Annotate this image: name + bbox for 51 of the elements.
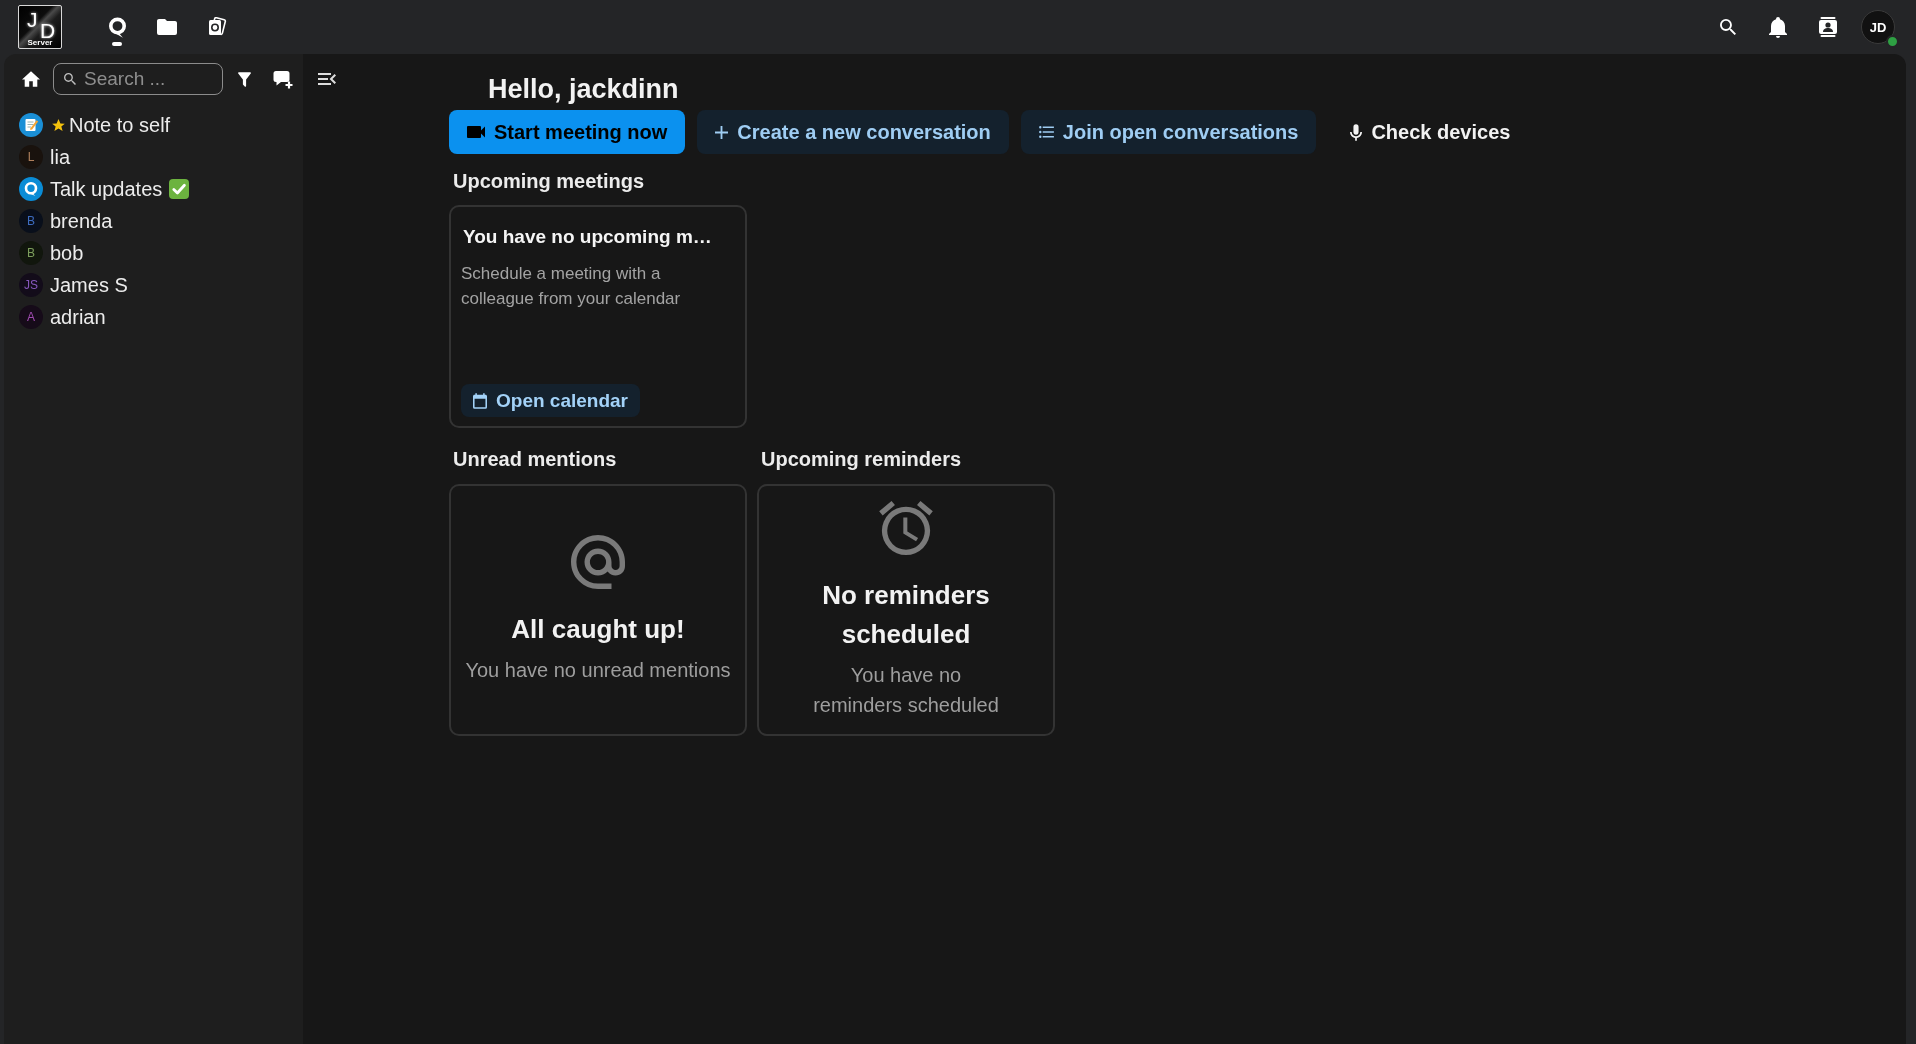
card-description: Schedule a meeting with a colleague from your calendar [461, 263, 682, 310]
card-title: You have no upcoming m… [463, 225, 712, 249]
section-title: Unread mentions [453, 447, 617, 471]
avatar: JS [19, 273, 43, 297]
photo-cards-icon[interactable] [207, 17, 227, 37]
user-avatar[interactable]: JD [1861, 10, 1895, 44]
join-conversations-button[interactable]: Join open conversations [1020, 110, 1317, 154]
alarm-clock-icon [879, 500, 933, 555]
avatar: B [19, 209, 43, 233]
conversation-item[interactable]: B bob [4, 237, 84, 269]
video-camera-icon [467, 126, 485, 138]
bell-icon[interactable] [1769, 16, 1787, 38]
logo-letter: D [40, 20, 56, 41]
avatar: L [19, 145, 43, 169]
chat-ring-icon[interactable] [108, 16, 126, 38]
folder-icon[interactable] [157, 19, 177, 35]
conversation-item[interactable]: Note to self [4, 109, 171, 141]
start-meeting-button[interactable]: Start meeting now [449, 110, 686, 154]
menu-collapse-icon[interactable] [318, 73, 336, 85]
greeting-heading: Hello, jackdinn [488, 73, 679, 106]
conversation-item[interactable]: A adrian [4, 301, 106, 333]
create-conversation-button[interactable]: Create a new conversation [697, 110, 1009, 154]
open-calendar-button[interactable]: Open calendar [461, 384, 640, 417]
at-sign-icon [571, 535, 625, 589]
home-icon[interactable] [22, 71, 40, 87]
logo-letter: J [27, 9, 38, 30]
contacts-icon[interactable] [1819, 17, 1837, 37]
avatar: A [19, 305, 43, 329]
avatar: B [19, 241, 43, 265]
plus-icon [715, 125, 729, 139]
conversation-item[interactable]: JS James S [4, 269, 128, 301]
filter-icon[interactable] [238, 71, 251, 87]
search-icon[interactable] [1720, 19, 1736, 35]
conversation-item[interactable]: Talk updates [4, 173, 190, 205]
microphone-icon [1350, 123, 1363, 141]
empty-title: All caught up! [511, 613, 685, 646]
search-icon [64, 73, 76, 85]
calendar-icon [473, 392, 487, 409]
section-title: Upcoming meetings [453, 169, 645, 193]
conversation-item[interactable]: B brenda [4, 205, 113, 237]
empty-description: You have no reminders scheduled [812, 662, 1000, 718]
logo-caption: Server [26, 39, 54, 47]
conversation-item[interactable]: L lia [4, 141, 70, 173]
section-title: Upcoming reminders [761, 447, 962, 471]
list-icon [1038, 126, 1054, 138]
chat-plus-icon[interactable] [273, 69, 294, 89]
check-devices-button[interactable]: Check devices [1332, 110, 1529, 154]
empty-title: No reminders scheduled [821, 578, 991, 651]
empty-description: You have no unread mentions [465, 658, 731, 683]
logo[interactable]: J D Server [18, 5, 62, 49]
search-field[interactable]: Search ... [53, 63, 223, 95]
